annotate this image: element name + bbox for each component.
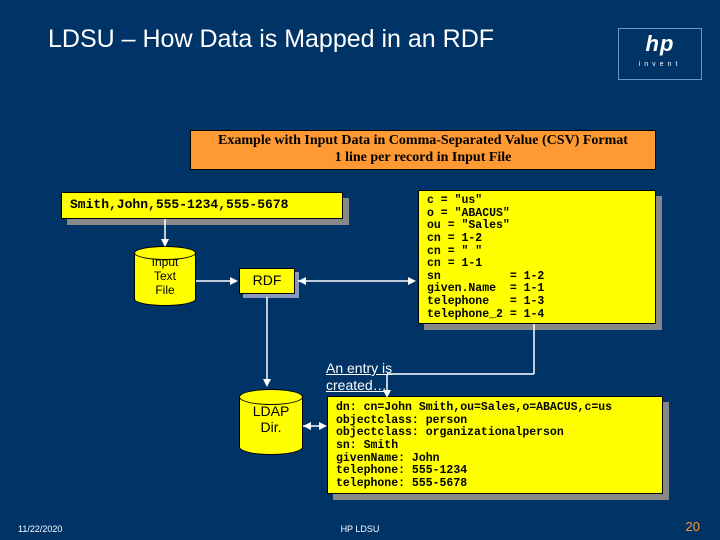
slide-title: LDSU – How Data is Mapped in an RDF (48, 25, 494, 54)
footer-page-number: 20 (686, 519, 700, 534)
rdf-mapping-box: c = "us" o = "ABACUS" ou = "Sales" cn = … (418, 190, 656, 324)
example-banner: Example with Input Data in Comma-Separat… (190, 130, 656, 170)
arrow-ldap-to-entry (303, 420, 327, 432)
title-bar: LDSU – How Data is Mapped in an RDF hp i… (0, 0, 720, 90)
arrow-csv-to-input (159, 219, 171, 247)
arrow-rdf-to-ldap (261, 297, 273, 387)
logo-text: hp (619, 31, 701, 57)
hp-logo: hp invent (618, 28, 702, 80)
banner-line1: Example with Input Data in Comma-Separat… (197, 133, 649, 150)
csv-record-text: Smith,John,555-1234,555-5678 (61, 192, 343, 219)
input-file-cylinder: Input Text File (134, 253, 196, 299)
arrow-input-to-rdf (196, 275, 238, 287)
arrow-rdf-to-mapping (298, 275, 416, 287)
banner-line2: 1 line per record in Input File (197, 150, 649, 167)
rdf-label: RDF (239, 268, 295, 294)
footer-center: HP LDSU (0, 524, 720, 534)
ldap-directory-cylinder: LDAP Dir. (239, 397, 303, 447)
arrow-mapping-to-entry (379, 324, 539, 398)
ldap-entry-box: dn: cn=John Smith,ou=Sales,o=ABACUS,c=us… (327, 396, 663, 494)
rdf-box: RDF (239, 268, 295, 294)
logo-subtext: invent (619, 61, 701, 68)
ldap-entry-text: dn: cn=John Smith,ou=Sales,o=ABACUS,c=us… (327, 396, 663, 494)
rdf-mapping-text: c = "us" o = "ABACUS" ou = "Sales" cn = … (418, 190, 656, 324)
csv-record-box: Smith,John,555-1234,555-5678 (61, 192, 343, 219)
